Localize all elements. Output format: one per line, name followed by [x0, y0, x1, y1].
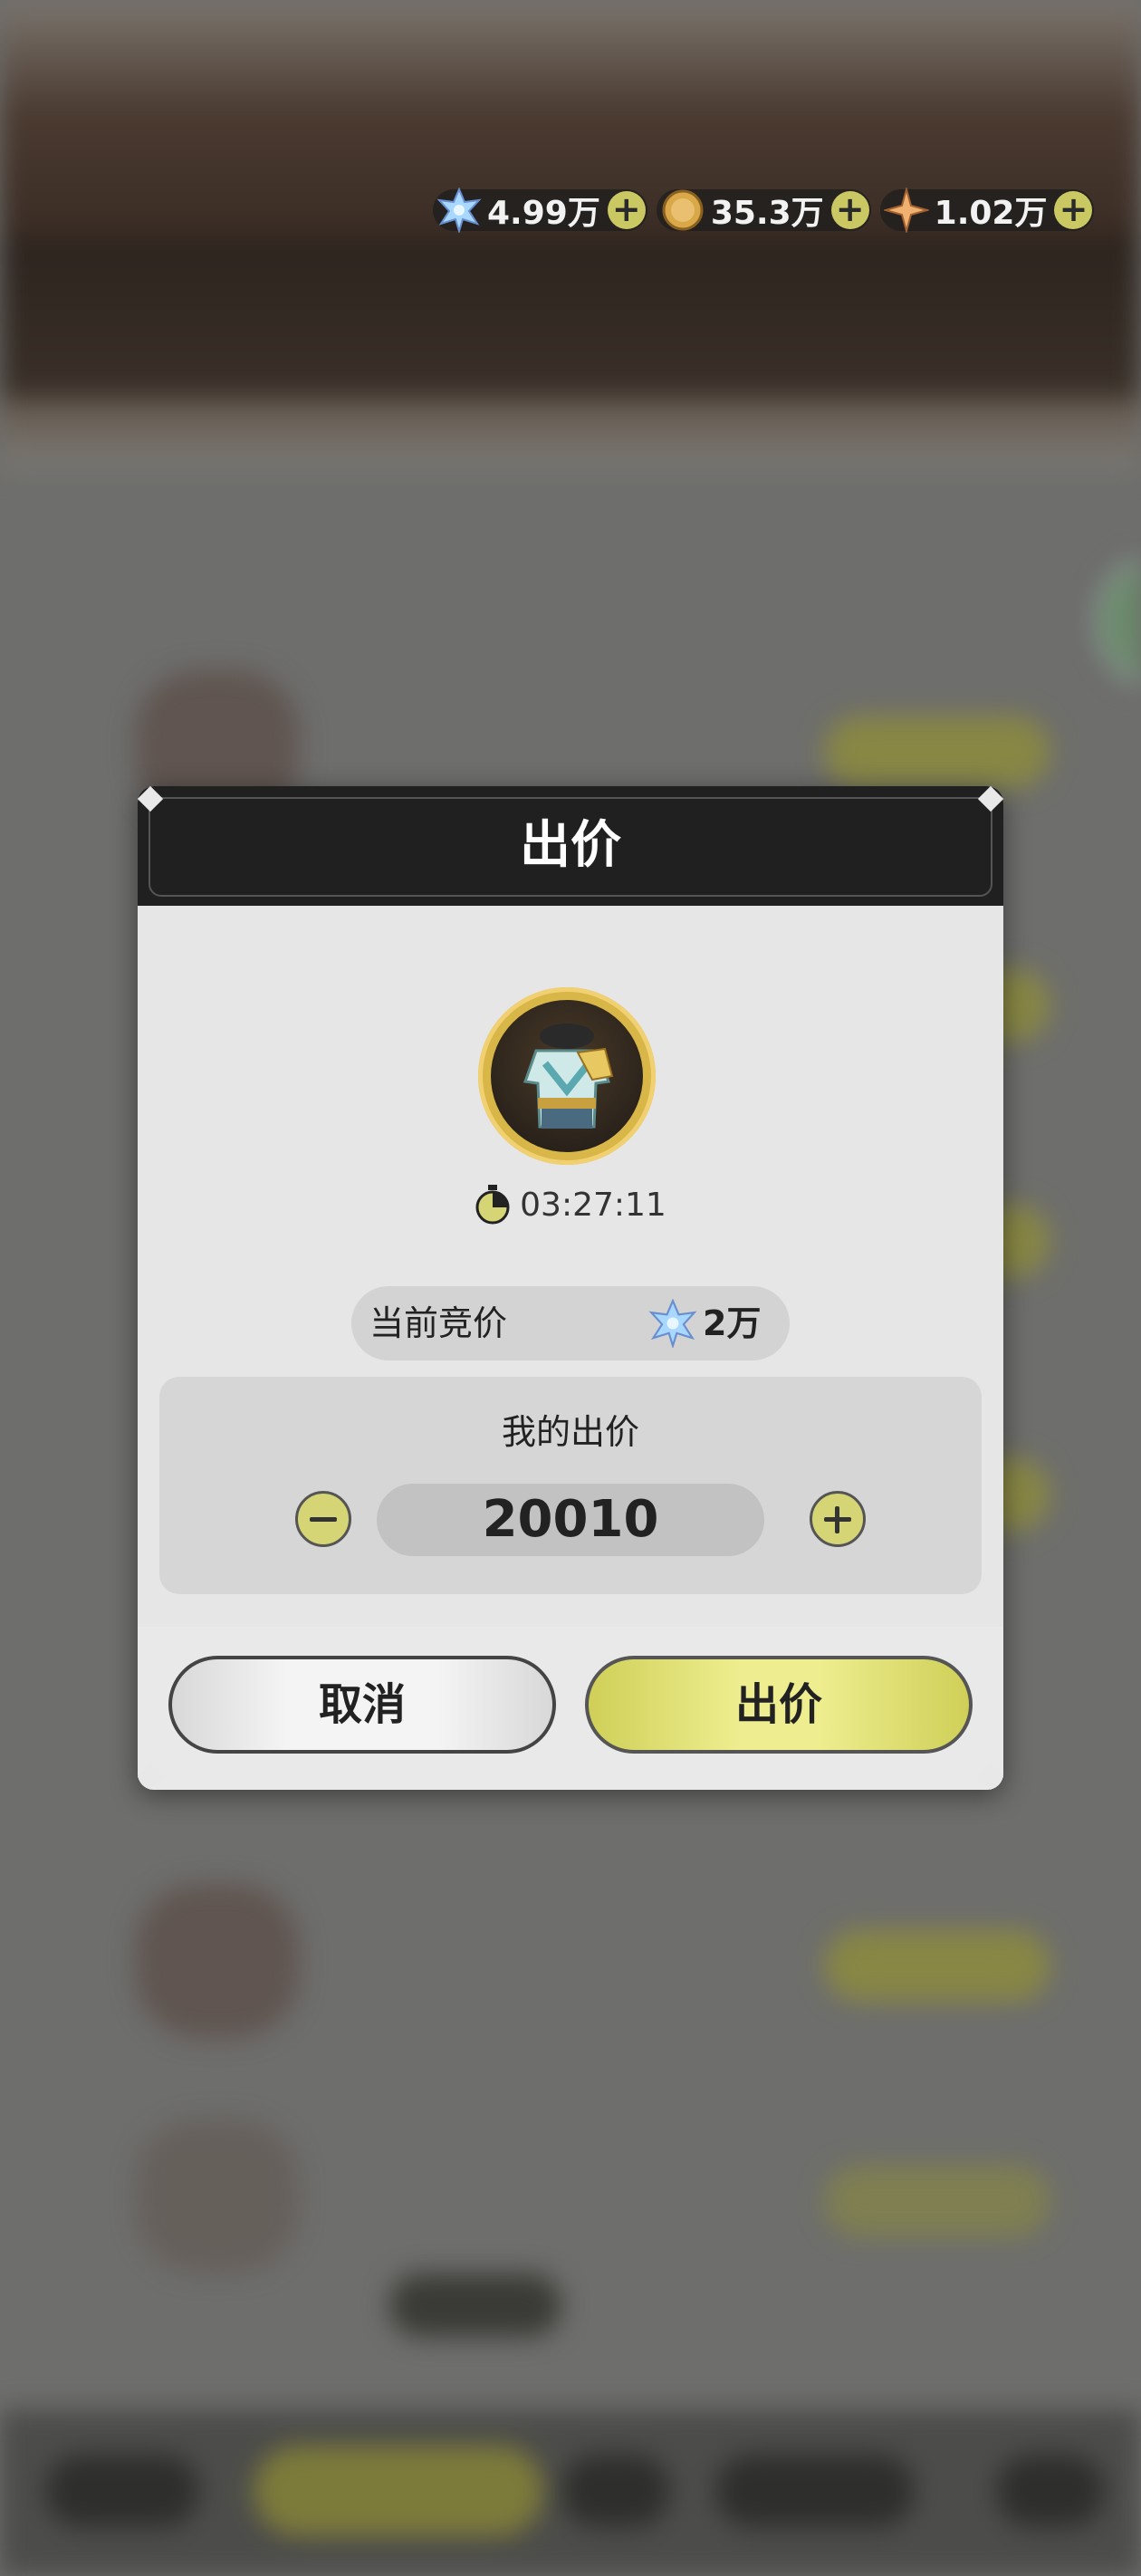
currency-crystal: 4.99万 +	[433, 187, 647, 233]
current-bid-value: 2万	[703, 1303, 762, 1343]
star-amount: 1.02万	[934, 195, 1048, 232]
corner-ornament	[134, 783, 167, 815]
cancel-button[interactable]: 取消	[168, 1656, 556, 1754]
currency-star: 1.02万 +	[879, 187, 1095, 233]
current-bid-label: 当前竞价	[369, 1303, 508, 1343]
bid-dialog: 出价 03:27:11 当前竞价 2万 我的出价 20010 取消 出价	[138, 786, 1003, 1790]
list-item	[36, 2101, 1105, 2292]
add-crystal-button[interactable]: +	[607, 191, 646, 229]
corner-ornament	[974, 783, 1007, 815]
currency-gold: 35.3万 +	[656, 189, 871, 232]
currency-bar: 4.99万 + 35.3万 + 1.02万 +	[433, 187, 1095, 233]
minus-icon	[310, 1517, 337, 1522]
my-bid-panel: 我的出价 20010	[159, 1377, 982, 1594]
gold-amount: 35.3万	[710, 195, 824, 232]
current-bid-box: 当前竞价 2万	[351, 1286, 790, 1360]
crystal-icon	[436, 187, 482, 233]
pager	[389, 2273, 561, 2337]
add-star-button[interactable]: +	[1054, 191, 1093, 229]
timer-text: 03:27:11	[520, 1186, 666, 1224]
my-bid-label: 我的出价	[501, 1412, 639, 1452]
auction-timer: 03:27:11	[138, 1185, 1003, 1233]
crystal-icon	[648, 1299, 697, 1348]
bid-amount-input[interactable]: 20010	[377, 1484, 764, 1556]
armor-icon	[523, 1024, 614, 1129]
add-gold-button[interactable]: +	[830, 191, 869, 229]
list-item	[36, 1866, 1105, 2056]
stopwatch-icon	[475, 1185, 510, 1225]
star-shard-icon	[883, 187, 929, 233]
corner-ornament	[974, 1761, 1007, 1793]
decrease-bid-button[interactable]	[295, 1491, 351, 1547]
corner-ornament	[134, 1761, 167, 1793]
bottom-bar	[0, 2409, 1141, 2576]
increase-bid-button[interactable]	[810, 1491, 866, 1547]
banner-shelf	[0, 235, 1141, 399]
gold-coin-icon	[662, 189, 704, 231]
crystal-amount: 4.99万	[487, 195, 600, 232]
dialog-title: 出价	[520, 816, 621, 875]
item-icon[interactable]	[478, 987, 656, 1165]
confirm-bid-button[interactable]: 出价	[585, 1656, 973, 1754]
